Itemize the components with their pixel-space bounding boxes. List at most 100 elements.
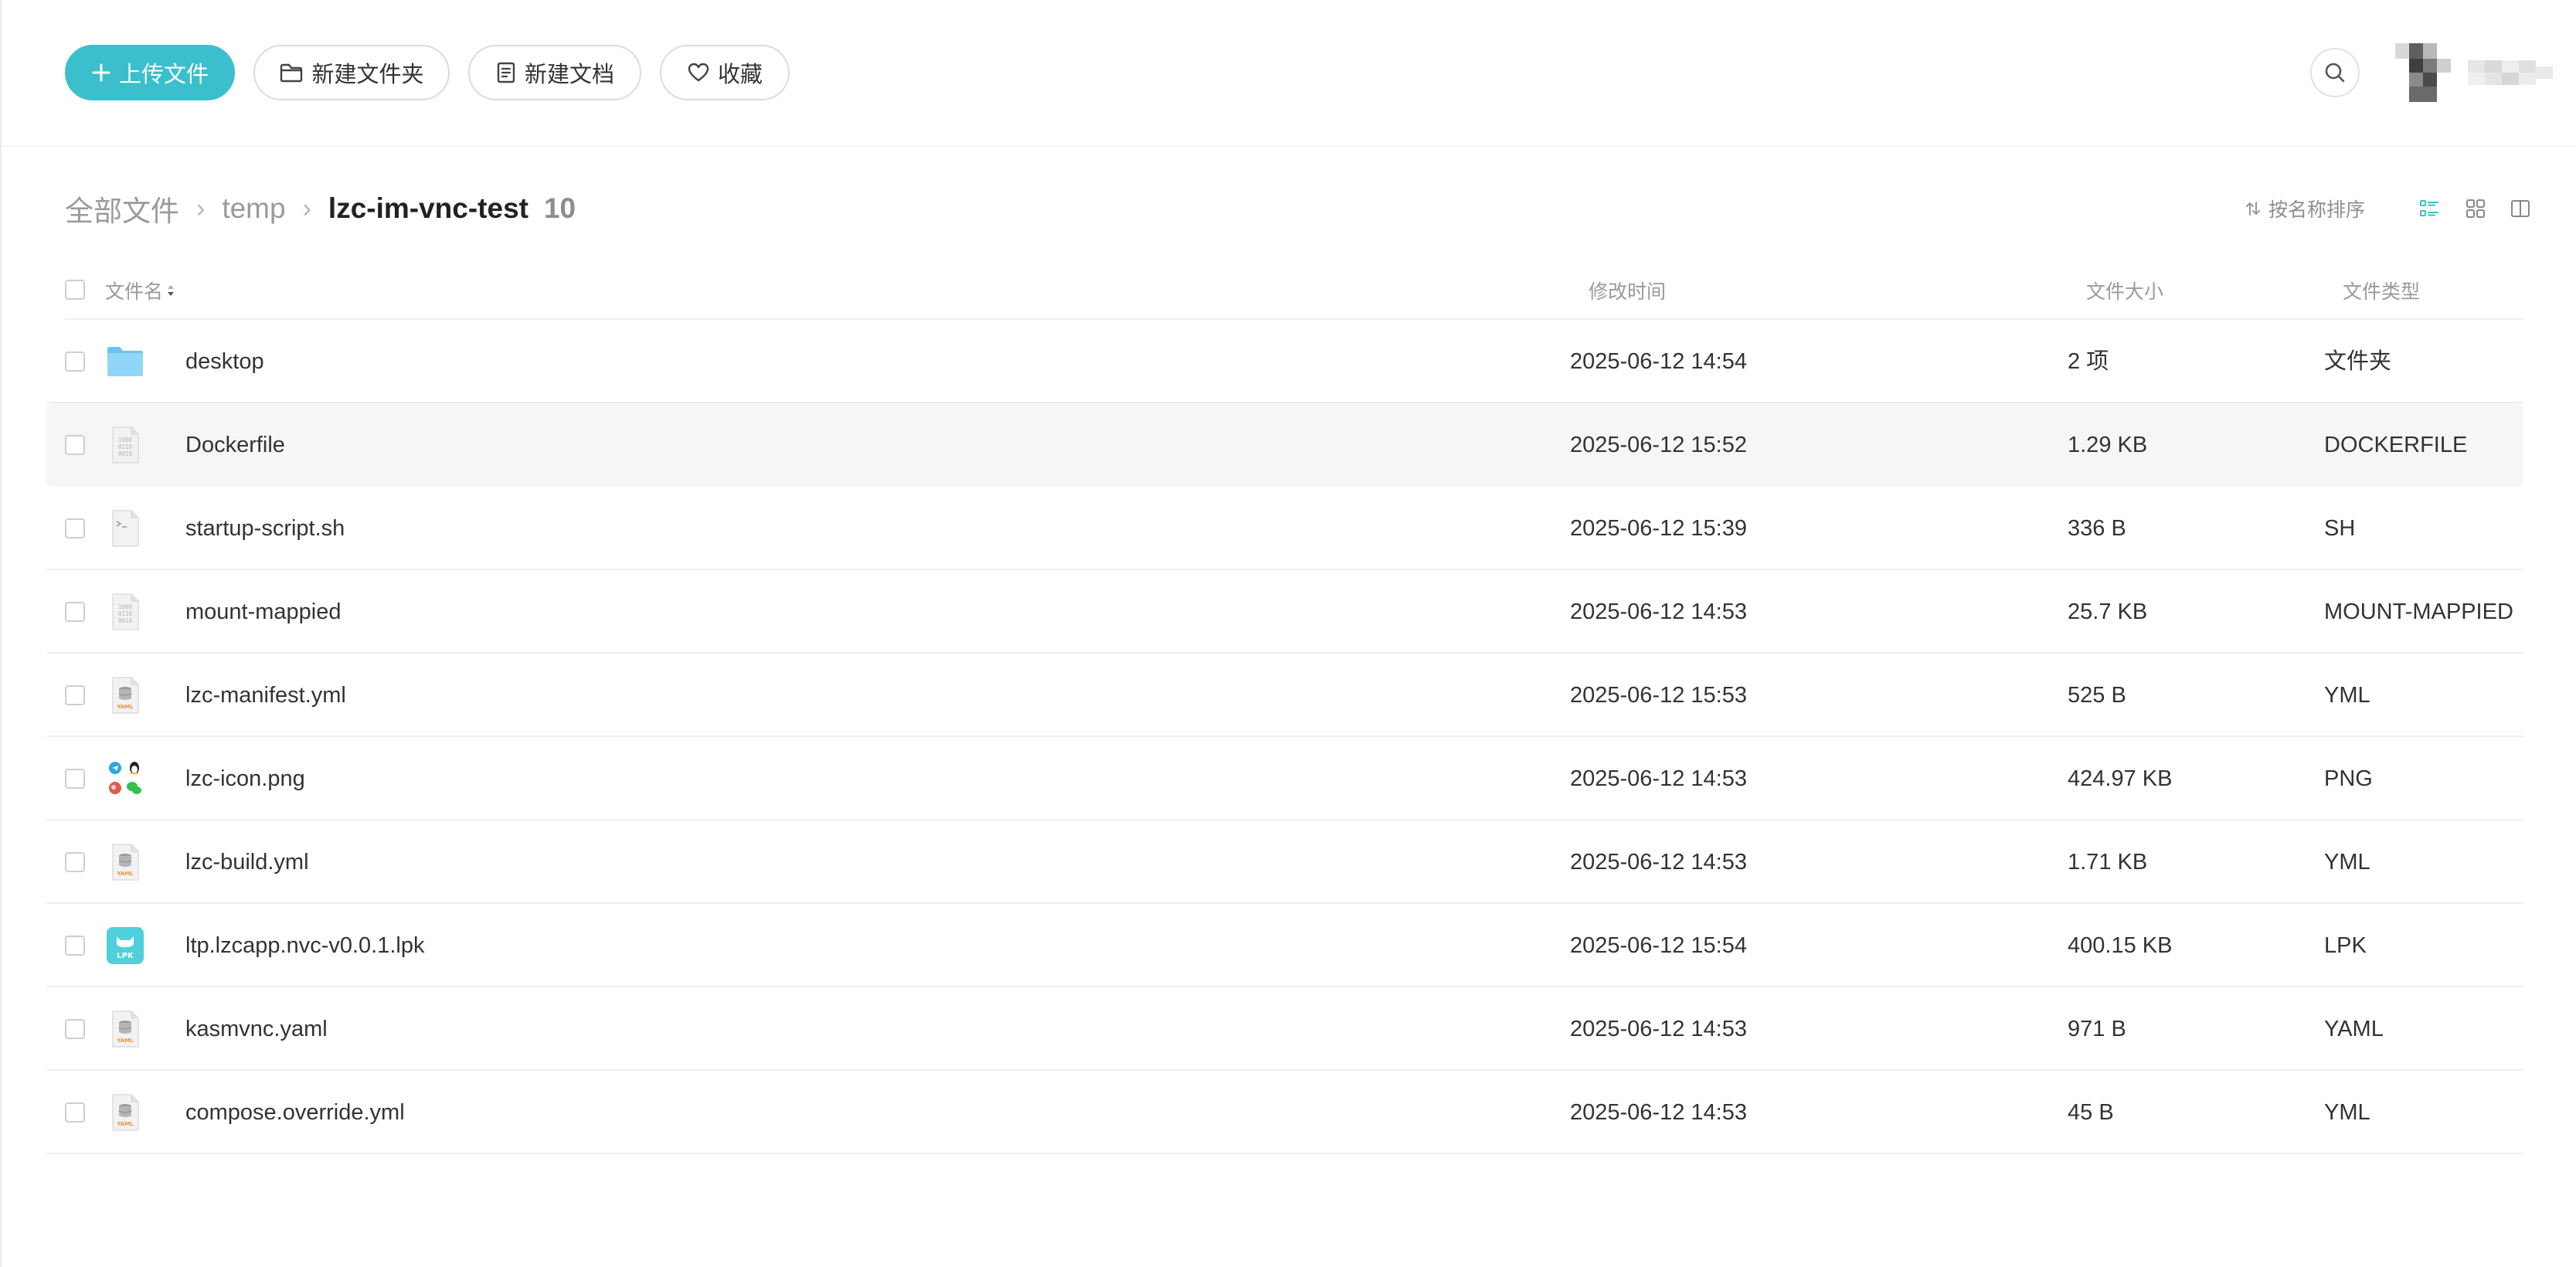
file-row[interactable]: desktop 2025-06-12 14:54 2 项 文件夹 [46, 320, 2523, 403]
split-view-button[interactable] [2508, 196, 2533, 221]
file-row[interactable]: LPK ltp.lzcapp.nvc-v0.0.1.lpk 2025-06-12… [46, 904, 2523, 987]
binary-file-icon: 1000 0110 0010 [112, 593, 139, 630]
file-modified: 2025-06-12 14:53 [1570, 600, 1747, 624]
new-folder-button[interactable]: 新建文件夹 [253, 45, 450, 100]
row-checkbox[interactable] [65, 685, 85, 705]
file-row[interactable]: lzc-icon.png 2025-06-12 14:53 424.97 KB … [46, 737, 2523, 820]
file-name[interactable]: lzc-icon.png [185, 765, 305, 793]
file-modified: 2025-06-12 14:54 [1570, 349, 1747, 374]
row-checkbox[interactable] [65, 769, 85, 789]
row-checkbox[interactable] [65, 852, 85, 872]
file-row[interactable]: YAML kasmvnc.yaml 2025-06-12 14:53 971 B… [46, 987, 2523, 1071]
breadcrumb-chevron-icon: › [196, 193, 206, 223]
yaml-file-icon: YAML [112, 1094, 139, 1131]
plus-icon [92, 63, 110, 82]
grid-view-button[interactable] [2463, 196, 2488, 221]
file-modified: 2025-06-12 15:53 [1570, 683, 1747, 708]
file-table-header: 文件名 修改时间 文件大小 文件类型 [65, 266, 2523, 320]
file-type: YML [2324, 1100, 2370, 1125]
file-name[interactable]: Dockerfile [185, 431, 285, 459]
item-count: 10 [543, 192, 576, 224]
file-modified: 2025-06-12 14:53 [1570, 1017, 1747, 1041]
sort-label: 按名称排序 [2268, 199, 2366, 221]
svg-text:1000: 1000 [118, 436, 133, 443]
file-type: YML [2324, 683, 2370, 708]
file-type: YML [2324, 850, 2370, 875]
file-type: MOUNT-MAPPIED [2324, 600, 2513, 624]
binary-file-icon: 1000 0110 0010 [112, 426, 139, 464]
file-name[interactable]: desktop [185, 348, 264, 375]
file-name[interactable]: mount-mappied [185, 598, 342, 626]
file-size: 971 B [2068, 1017, 2126, 1041]
file-type: PNG [2324, 766, 2373, 791]
upload-file-label: 上传文件 [118, 63, 209, 87]
list-view-button[interactable] [2417, 196, 2442, 221]
file-row[interactable]: 1000 0110 0010 mount-mappied 2025-06-12 … [46, 570, 2523, 654]
breadcrumb-root[interactable]: 全部文件 [65, 188, 179, 229]
file-name[interactable]: startup-script.sh [185, 515, 345, 542]
svg-text:0010: 0010 [118, 450, 133, 457]
list-view-icon [2420, 200, 2438, 216]
file-manager-page: 上传文件 新建文件夹 新建文档 收藏 全部文件 › temp › lzc-im-… [0, 0, 2576, 1267]
svg-text:YAML: YAML [116, 704, 134, 710]
favorites-label: 收藏 [717, 63, 763, 87]
file-name[interactable]: kasmvnc.yaml [185, 1015, 328, 1043]
file-type: SH [2324, 516, 2356, 541]
row-checkbox[interactable] [65, 936, 85, 956]
file-size: 1.29 KB [2068, 433, 2148, 457]
image-thumbnail-icon [109, 762, 141, 794]
file-modified: 2025-06-12 14:53 [1570, 1100, 1747, 1125]
sort-arrows-icon [2246, 202, 2260, 216]
file-row[interactable]: YAML lzc-build.yml 2025-06-12 14:53 1.71… [46, 820, 2523, 904]
file-type: YAML [2324, 1017, 2384, 1041]
upload-file-button[interactable]: 上传文件 [65, 45, 235, 100]
select-all-checkbox[interactable] [65, 280, 85, 300]
file-row[interactable]: 1000 0110 0010 Dockerfile 2025-06-12 15:… [46, 403, 2523, 487]
sort-caret-icon [168, 285, 175, 296]
file-type: DOCKERFILE [2324, 433, 2468, 457]
row-checkbox[interactable] [65, 352, 85, 372]
user-avatar[interactable] [2395, 43, 2576, 102]
row-checkbox[interactable] [65, 1019, 85, 1039]
svg-text:YAML: YAML [116, 871, 134, 877]
breadcrumb-current: lzc-im-vnc-test [328, 192, 528, 224]
svg-text:0110: 0110 [118, 443, 133, 450]
column-header-type[interactable]: 文件类型 [2343, 277, 2420, 304]
search-button[interactable] [2310, 48, 2360, 97]
favorites-button[interactable]: 收藏 [660, 45, 790, 100]
yaml-file-icon: YAML [112, 844, 139, 881]
file-row[interactable]: YAML compose.override.yml 2025-06-12 14:… [46, 1071, 2523, 1154]
file-size: 424.97 KB [2068, 766, 2173, 791]
file-size: 336 B [2068, 516, 2126, 541]
file-modified: 2025-06-12 15:39 [1570, 516, 1747, 541]
row-checkbox[interactable] [65, 602, 85, 622]
row-checkbox[interactable] [65, 1102, 85, 1123]
new-document-button[interactable]: 新建文档 [468, 45, 641, 100]
file-row[interactable]: YAML lzc-manifest.yml 2025-06-12 15:53 5… [46, 654, 2523, 737]
search-icon [2325, 63, 2345, 83]
yaml-file-icon: YAML [112, 677, 139, 714]
file-name[interactable]: lzc-build.yml [185, 848, 309, 876]
row-checkbox[interactable] [65, 518, 85, 538]
column-header-size[interactable]: 文件大小 [2086, 277, 2163, 304]
sort-by-name-button[interactable]: 按名称排序 [2244, 195, 2365, 222]
column-header-modified[interactable]: 修改时间 [1589, 277, 1666, 304]
file-modified: 2025-06-12 14:53 [1570, 766, 1747, 791]
file-size: 525 B [2068, 683, 2126, 708]
breadcrumb-parent[interactable]: temp [222, 192, 285, 225]
svg-text:0110: 0110 [118, 610, 133, 617]
file-name[interactable]: lzc-manifest.yml [185, 681, 346, 709]
file-row[interactable]: startup-script.sh 2025-06-12 15:39 336 B… [46, 487, 2523, 570]
file-name[interactable]: ltp.lzcapp.nvc-v0.0.1.lpk [185, 932, 424, 960]
svg-text:1000: 1000 [118, 603, 133, 610]
file-size: 25.7 KB [2068, 600, 2148, 624]
file-size: 400.15 KB [2068, 933, 2173, 958]
column-name-label: 文件名 [105, 281, 164, 303]
svg-text:YAML: YAML [116, 1121, 134, 1127]
new-folder-label: 新建文件夹 [311, 63, 424, 87]
row-checkbox[interactable] [65, 435, 85, 455]
column-header-name[interactable]: 文件名 [105, 277, 175, 304]
grid-view-icon [2466, 199, 2485, 218]
lpk-file-icon: LPK [107, 927, 144, 964]
file-name[interactable]: compose.override.yml [185, 1099, 405, 1126]
